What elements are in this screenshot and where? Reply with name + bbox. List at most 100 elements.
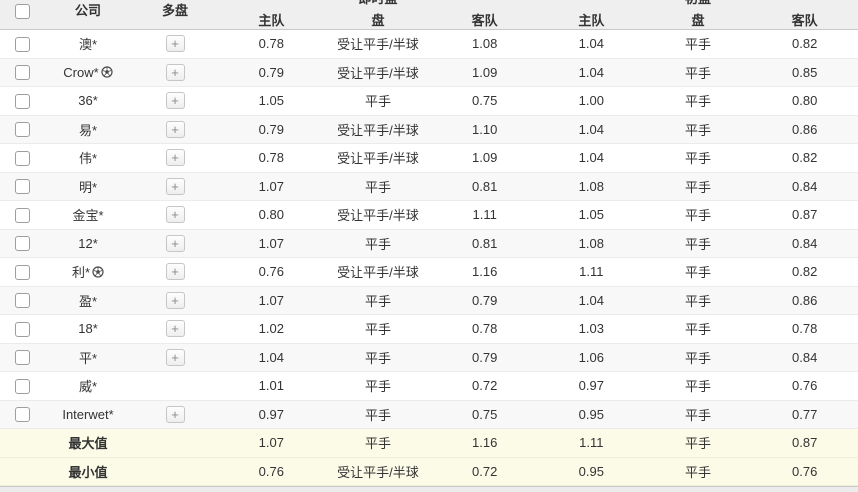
- row-checkbox[interactable]: [15, 151, 30, 166]
- header-initial-away-cell: 客队: [751, 5, 858, 24]
- row-checkbox[interactable]: [15, 122, 30, 137]
- live-handicap-cell: 平手: [325, 319, 432, 338]
- initial-away-odds: 0.82: [792, 264, 817, 279]
- table-row: 盈*+1.07平手0.791.04平手0.86: [0, 287, 858, 316]
- expand-multi-odds-button[interactable]: +: [166, 64, 185, 81]
- row-checkbox[interactable]: [15, 65, 30, 80]
- column-header-multi: 多盘: [162, 3, 188, 18]
- row-checkbox[interactable]: [15, 350, 30, 365]
- expand-multi-odds-button[interactable]: +: [166, 320, 185, 337]
- live-handicap-cell: 平手: [325, 91, 432, 110]
- live-handicap-cell: 平手: [325, 177, 432, 196]
- live-handicap-cell: 受让平手/半球: [325, 262, 432, 281]
- initial-home-odds-cell: 1.05: [538, 207, 645, 222]
- min-value-label: 最小值: [68, 465, 107, 480]
- initial-home-odds: 1.04: [579, 293, 604, 308]
- table-body: 澳*+0.78受让平手/半球1.081.04平手0.82Crow*+0.79受让…: [0, 30, 858, 429]
- footer-initial-handicap-cell: 平手: [645, 462, 752, 481]
- row-checkbox[interactable]: [15, 265, 30, 280]
- live-handicap-cell: 平手: [325, 291, 432, 310]
- expand-multi-odds-button[interactable]: +: [166, 149, 185, 166]
- table-row: 明*+1.07平手0.811.08平手0.84: [0, 173, 858, 202]
- initial-home-odds-cell: 1.04: [538, 65, 645, 80]
- row-checkbox[interactable]: [15, 179, 30, 194]
- company-cell: 36*: [44, 93, 132, 108]
- expand-multi-odds-button[interactable]: +: [166, 92, 185, 109]
- row-checkbox-cell: [0, 150, 44, 166]
- live-away-odds-cell: 1.09: [431, 150, 538, 165]
- row-checkbox-cell: [0, 406, 44, 422]
- row-checkbox[interactable]: [15, 407, 30, 422]
- live-home-odds: 0.79: [259, 122, 284, 137]
- expand-multi-odds-button[interactable]: +: [166, 206, 185, 223]
- live-home-odds: 1.01: [259, 378, 284, 393]
- table-footer: 最大值1.07平手1.161.11平手0.87最小值0.76受让平手/半球0.7…: [0, 429, 858, 486]
- multi-odds-cell: +: [132, 35, 218, 52]
- footer-live-handicap: 平手: [365, 436, 391, 451]
- table-row: Crow*+0.79受让平手/半球1.091.04平手0.85: [0, 59, 858, 88]
- initial-home-odds: 1.03: [579, 321, 604, 336]
- live-away-odds: 0.79: [472, 350, 497, 365]
- row-checkbox[interactable]: [15, 293, 30, 308]
- row-checkbox[interactable]: [15, 208, 30, 223]
- column-header-initial-away: 客队: [792, 13, 818, 28]
- expand-multi-odds-button[interactable]: +: [166, 178, 185, 195]
- row-checkbox-cell: [0, 264, 44, 280]
- row-checkbox-cell: [0, 349, 44, 365]
- initial-handicap-cell: 平手: [645, 91, 752, 110]
- initial-home-odds: 0.97: [579, 378, 604, 393]
- live-away-odds: 1.09: [472, 65, 497, 80]
- initial-handicap-cell: 平手: [645, 205, 752, 224]
- row-checkbox[interactable]: [15, 322, 30, 337]
- bottom-strip: [0, 486, 858, 492]
- multi-odds-cell: +: [132, 263, 218, 280]
- initial-away-odds-cell: 0.84: [751, 179, 858, 194]
- initial-away-odds: 0.82: [792, 150, 817, 165]
- row-checkbox[interactable]: [15, 236, 30, 251]
- expand-multi-odds-button[interactable]: +: [166, 349, 185, 366]
- footer-live-away-odds: 0.72: [472, 464, 497, 479]
- live-handicap-cell: 受让平手/半球: [325, 34, 432, 53]
- company-cell: 澳*: [44, 34, 132, 53]
- live-home-odds: 0.76: [259, 264, 284, 279]
- row-checkbox[interactable]: [15, 379, 30, 394]
- expand-multi-odds-button[interactable]: +: [166, 35, 185, 52]
- initial-home-odds-cell: 1.04: [538, 150, 645, 165]
- live-handicap-cell: 平手: [325, 348, 432, 367]
- initial-home-odds-cell: 1.03: [538, 321, 645, 336]
- table-row: 36*+1.05平手0.751.00平手0.80: [0, 87, 858, 116]
- live-home-odds-cell: 0.78: [218, 36, 325, 51]
- row-checkbox[interactable]: [15, 37, 30, 52]
- initial-home-odds: 1.11: [579, 264, 603, 279]
- live-home-odds: 1.07: [259, 293, 284, 308]
- live-handicap: 受让平手/半球: [337, 123, 419, 138]
- header-live-away-cell: 客队: [431, 5, 538, 24]
- live-handicap-cell: 平手: [325, 234, 432, 253]
- live-home-odds: 1.02: [259, 321, 284, 336]
- expand-multi-odds-button[interactable]: +: [166, 235, 185, 252]
- initial-handicap-cell: 平手: [645, 291, 752, 310]
- live-away-odds-cell: 0.78: [431, 321, 538, 336]
- expand-multi-odds-button[interactable]: +: [166, 292, 185, 309]
- live-handicap: 受让平手/半球: [337, 37, 419, 52]
- row-checkbox[interactable]: [15, 94, 30, 109]
- initial-handicap-cell: 平手: [645, 234, 752, 253]
- live-home-odds: 1.05: [259, 93, 284, 108]
- header-initial-home-cell: 主队: [538, 5, 645, 24]
- footer-initial-away-odds-cell: 0.87: [751, 435, 858, 450]
- initial-away-odds-cell: 0.87: [751, 207, 858, 222]
- expand-multi-odds-button[interactable]: +: [166, 263, 185, 280]
- initial-away-odds: 0.78: [792, 321, 817, 336]
- expand-multi-odds-button[interactable]: +: [166, 121, 185, 138]
- select-all-checkbox[interactable]: [15, 4, 30, 19]
- live-home-odds-cell: 0.97: [218, 407, 325, 422]
- live-handicap: 受让平手/半球: [337, 208, 419, 223]
- initial-home-odds: 1.04: [579, 122, 604, 137]
- table-row: 利*+0.76受让平手/半球1.161.11平手0.82: [0, 258, 858, 287]
- initial-handicap: 平手: [685, 94, 711, 109]
- expand-multi-odds-button[interactable]: +: [166, 406, 185, 423]
- initial-away-odds: 0.84: [792, 350, 817, 365]
- row-checkbox-cell: [0, 321, 44, 337]
- live-home-odds-cell: 1.07: [218, 293, 325, 308]
- footer-live-home-odds: 1.07: [259, 435, 284, 450]
